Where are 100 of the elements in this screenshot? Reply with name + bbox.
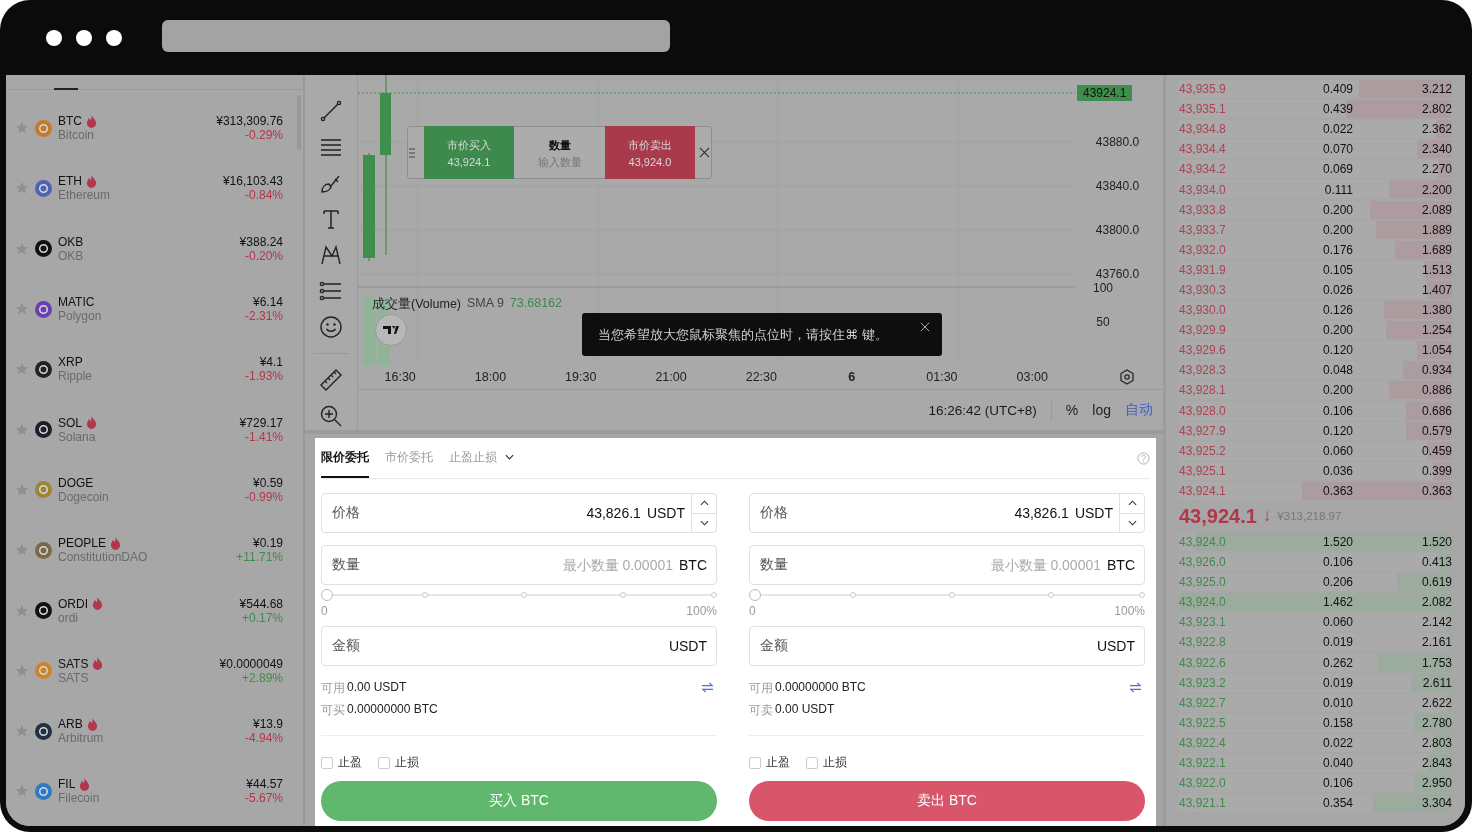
coin-symbol: OKB: [58, 234, 84, 249]
bid-price: 43,921.1: [1179, 796, 1227, 811]
order-type-tab[interactable]: 限价委托: [321, 438, 369, 478]
star-icon[interactable]: [15, 181, 29, 196]
order-amount: 0.070: [1321, 142, 1353, 157]
price-field[interactable]: 价格 43,826.1 USDT: [321, 493, 717, 533]
forecast-icon[interactable]: [319, 279, 343, 303]
transfer-icon[interactable]: [701, 682, 714, 693]
order-total: 2.082: [1420, 595, 1452, 610]
smiley-icon[interactable]: [319, 315, 343, 339]
submit-order-button[interactable]: 卖出 BTC: [749, 781, 1145, 821]
star-icon[interactable]: [15, 422, 29, 437]
bid-price: 43,922.6: [1179, 655, 1227, 670]
volume-axis-label: 100: [1093, 280, 1113, 296]
coin-name: Arbitrum: [58, 731, 105, 746]
coin-price: ¥544.68: [239, 596, 283, 611]
market-row[interactable]: BTC Bitcoin ¥313,309.76 -0.29%: [6, 98, 303, 159]
transfer-icon[interactable]: [1129, 682, 1142, 693]
trend-line-icon[interactable]: [319, 99, 343, 123]
order-amount: 0.022: [1321, 735, 1353, 750]
market-row[interactable]: ORDI ordi ¥544.68 +0.17%: [6, 580, 303, 641]
option-checkbox[interactable]: 止盈: [749, 754, 790, 771]
option-checkbox[interactable]: 止损: [806, 754, 847, 771]
ask-price: 43,928.3: [1179, 363, 1227, 378]
market-row[interactable]: ARB Arbitrum ¥13.9 -4.94%: [6, 700, 303, 762]
quantity-input[interactable]: 最小数量 0.00001: [788, 557, 1107, 573]
chevron-down-icon[interactable]: [505, 454, 514, 460]
market-row[interactable]: PEOPLE ConstitutionDAO ¥0.19 +11.71%: [6, 520, 303, 581]
star-icon[interactable]: [15, 121, 29, 136]
price-change: -0.84%: [244, 188, 283, 203]
star-icon[interactable]: [15, 302, 29, 317]
coin-price: ¥313,309.76: [216, 114, 283, 129]
option-checkbox[interactable]: 止盈: [321, 754, 362, 771]
order-total: 3.304: [1420, 796, 1452, 811]
price-tag: 43924.1: [1077, 85, 1133, 101]
market-row[interactable]: ETH Ethereum ¥16,103.43 -0.84%: [6, 158, 303, 219]
order-amount: 0.158: [1321, 715, 1353, 730]
scale-toggle[interactable]: log: [1092, 402, 1111, 418]
slider-stop[interactable]: [1139, 592, 1145, 598]
slider-stop[interactable]: [1048, 592, 1054, 598]
star-icon[interactable]: [15, 724, 29, 739]
star-icon[interactable]: [15, 362, 29, 377]
ask-price: 43,928.1: [1179, 383, 1227, 398]
market-row[interactable]: SATS SATS ¥0.0000049 +2.89%: [6, 640, 303, 701]
balance-value: 0.00000000 BTC: [347, 702, 438, 718]
star-icon[interactable]: [15, 603, 29, 618]
help-icon[interactable]: [1137, 451, 1150, 465]
window-dot[interactable]: [76, 29, 92, 46]
star-icon[interactable]: [15, 241, 29, 256]
market-row[interactable]: OKB OKB ¥388.24 -0.20%: [6, 218, 303, 279]
address-bar[interactable]: [162, 20, 670, 52]
window-dot[interactable]: [46, 29, 62, 46]
coin-symbol: ARB: [58, 717, 83, 732]
quantity-field[interactable]: 数量 最小数量 0.00001 BTC: [749, 545, 1145, 585]
bid-price: 43,922.7: [1179, 695, 1227, 710]
pattern-icon[interactable]: [319, 243, 343, 267]
star-icon[interactable]: [15, 482, 29, 497]
star-icon[interactable]: [15, 663, 29, 678]
order-amount: 0.200: [1321, 202, 1353, 217]
logo-icon[interactable]: [375, 314, 407, 346]
option-checkbox[interactable]: 止损: [378, 754, 419, 771]
star-icon[interactable]: [15, 784, 29, 799]
price-input[interactable]: 43,826.1: [788, 505, 1075, 521]
amount-field[interactable]: 金额 USDT: [321, 626, 717, 666]
time-axis-label: 03:00: [1015, 370, 1049, 384]
quantity-input[interactable]: 最小数量 0.00001: [360, 557, 679, 573]
price-field[interactable]: 价格 43,826.1 USDT: [749, 493, 1145, 533]
market-row[interactable]: FIL Filecoin ¥44.57 -5.67%: [6, 761, 303, 822]
market-row[interactable]: MATIC Polygon ¥6.14 -2.31%: [6, 278, 303, 340]
order-amount: 0.106: [1321, 403, 1353, 418]
coin-symbol: ORDI: [58, 596, 88, 611]
coin-name: SATS: [58, 670, 90, 685]
price-axis-label: 43880.0: [1095, 134, 1140, 150]
price-input[interactable]: 43,826.1: [360, 505, 647, 521]
slider-stop[interactable]: [521, 592, 527, 598]
coin-symbol: SOL: [58, 415, 82, 430]
bid-price: 43,925.0: [1179, 575, 1227, 590]
star-icon[interactable]: [15, 543, 29, 558]
order-amount: 0.069: [1321, 162, 1353, 177]
slider-stop[interactable]: [711, 592, 717, 598]
amount-field[interactable]: 金额 USDT: [749, 626, 1145, 666]
slider-thumb[interactable]: [321, 589, 333, 601]
market-row[interactable]: DOGE Dogecoin ¥0.59 -0.99%: [6, 459, 303, 521]
scale-toggle[interactable]: %: [1065, 402, 1079, 418]
market-row[interactable]: SOL Solana ¥729.17 -1.41%: [6, 399, 303, 460]
slider-stop[interactable]: [422, 592, 428, 598]
market-row[interactable]: XRP Ripple ¥4.1 -1.93%: [6, 339, 303, 400]
slider-stop[interactable]: [949, 592, 955, 598]
ask-price: 43,928.0: [1179, 403, 1227, 418]
order-total: 0.619: [1420, 575, 1452, 590]
volume-axis-label: 50: [1096, 314, 1110, 330]
quantity-field[interactable]: 数量 最小数量 0.00001 BTC: [321, 545, 717, 585]
slider-thumb[interactable]: [749, 589, 761, 601]
slider-stop[interactable]: [850, 592, 856, 598]
zoom-in-icon[interactable]: [319, 404, 343, 428]
slider-stop[interactable]: [620, 592, 626, 598]
close-icon[interactable]: [920, 322, 930, 332]
settings-icon[interactable]: [1119, 369, 1136, 385]
ruler-icon[interactable]: [319, 368, 343, 392]
window-dot[interactable]: [106, 29, 122, 46]
